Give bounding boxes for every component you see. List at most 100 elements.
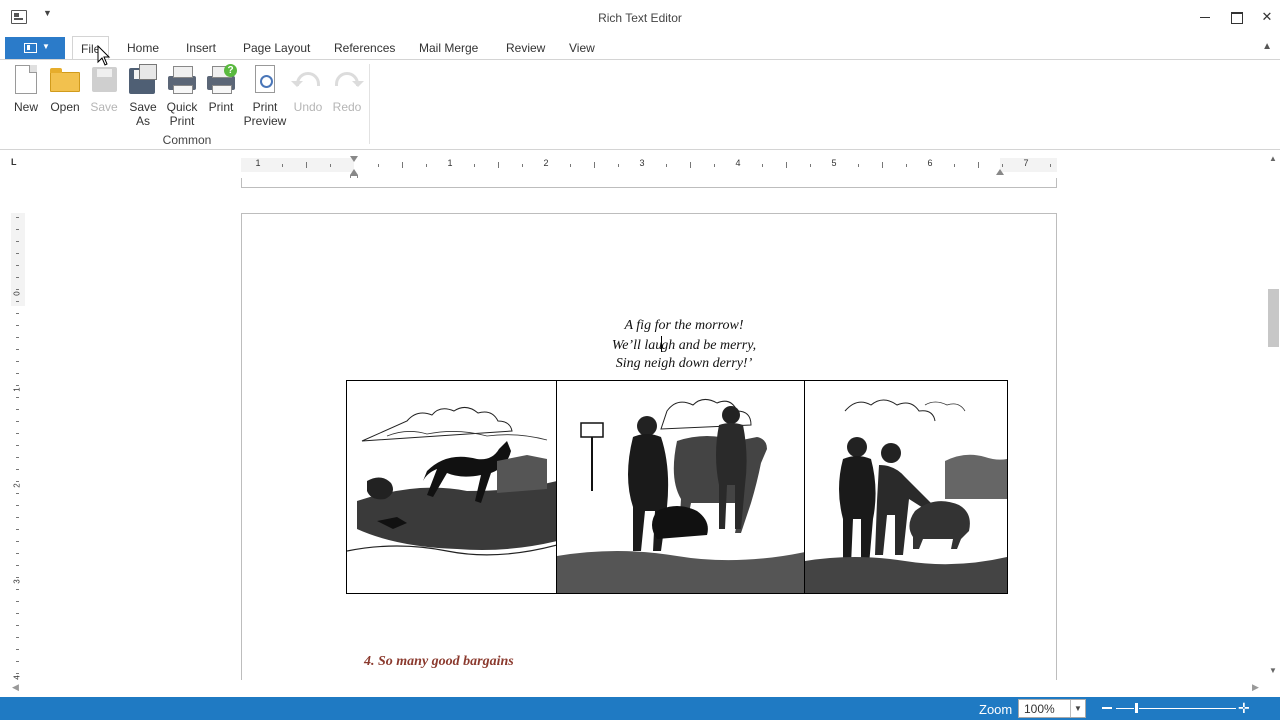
save-button[interactable]: Save [88, 64, 120, 114]
poem-text[interactable]: A fig for the morrow! We’ll laugh and be… [242, 317, 1056, 374]
save-as-icon [129, 64, 157, 94]
vertical-ruler[interactable]: 01234 [11, 213, 25, 686]
ruler-tick [954, 164, 955, 167]
poem-line: We’ll laugh and be merry, [611, 335, 757, 353]
ruler-tick [16, 361, 19, 362]
print-preview-button[interactable]: Print Preview [242, 64, 288, 128]
vertical-scrollbar[interactable]: ▲ ▼ [1267, 152, 1280, 680]
ruler-number: 3 [639, 158, 645, 168]
tab-review[interactable]: Review [498, 36, 553, 60]
print-button[interactable]: ? Print [204, 64, 238, 114]
vertical-ruler-text-area [11, 306, 25, 686]
ruler-tick [16, 493, 19, 494]
ruler-tick [16, 541, 19, 542]
vertical-scroll-thumb[interactable] [1268, 289, 1279, 347]
tab-mail-merge[interactable]: Mail Merge [411, 36, 486, 60]
scroll-left-icon[interactable]: ◀ [12, 682, 19, 693]
ruler-tick [16, 601, 19, 602]
tab-references[interactable]: References [326, 36, 403, 60]
ruler-tick [16, 457, 19, 458]
ruler-tick [306, 162, 307, 168]
application-menu-button[interactable]: ▼ [5, 37, 65, 59]
save-as-button[interactable]: Save As [126, 64, 160, 128]
maximize-button[interactable] [1221, 4, 1251, 30]
ruler-tick [810, 164, 811, 167]
undo-label: Undo [293, 100, 323, 114]
printer-icon [168, 66, 196, 94]
ribbon-panel: New Open Save Save As Quick Print ? Print … [0, 59, 1280, 150]
ruler-tick [978, 162, 979, 168]
ruler-tick [282, 164, 283, 167]
help-badge-icon: ? [224, 64, 237, 77]
woodcut-horse-rider-fall[interactable] [347, 381, 557, 593]
ruler-number: 1 [12, 387, 22, 392]
right-indent-marker[interactable] [996, 169, 1004, 175]
zoom-slider-thumb[interactable] [1134, 702, 1139, 714]
image-icon [557, 399, 804, 593]
zoom-combobox[interactable]: 100% ▼ [1018, 699, 1086, 718]
ruler-number: 5 [831, 158, 837, 168]
folder-icon [50, 68, 80, 92]
redo-button[interactable]: Redo [330, 64, 364, 114]
ruler-tick [498, 162, 499, 168]
ruler-tick [618, 164, 619, 167]
tab-stop-selector[interactable]: L [11, 157, 17, 167]
ruler-tick [16, 349, 19, 350]
collapse-ribbon-icon[interactable]: ▲ [1262, 41, 1272, 52]
ruler-tick [16, 313, 19, 314]
ruler-tick [1050, 164, 1051, 167]
tab-page-layout[interactable]: Page Layout [235, 36, 318, 60]
ruler-tick [378, 164, 379, 167]
ruler-tick [858, 164, 859, 167]
zoom-in-icon[interactable]: ✛ [1238, 701, 1250, 715]
close-button[interactable]: ✕ [1252, 4, 1280, 30]
ruler-tick [882, 162, 883, 168]
woodcut-men-with-pig[interactable] [805, 381, 1007, 593]
previous-page [241, 178, 1057, 188]
ruler-tick [16, 337, 19, 338]
document-area[interactable]: A fig for the morrow! We’ll laugh and be… [28, 178, 1267, 680]
ruler-tick [16, 433, 19, 434]
print-label: Print [208, 100, 234, 114]
tab-home[interactable]: Home [119, 36, 167, 60]
scroll-up-icon[interactable]: ▲ [1269, 154, 1277, 163]
ruler-tick [16, 589, 19, 590]
open-button[interactable]: Open [48, 64, 82, 114]
scroll-down-icon[interactable]: ▼ [1269, 666, 1277, 675]
scroll-right-icon[interactable]: ▶ [1252, 682, 1259, 693]
section-heading[interactable]: 4. So many good bargains [364, 654, 514, 670]
minimize-button[interactable] [1190, 4, 1220, 30]
window-title: Rich Text Editor [598, 11, 682, 25]
undo-button[interactable]: Undo [291, 64, 325, 114]
zoom-out-icon[interactable] [1102, 707, 1112, 709]
save-label: Save [90, 100, 118, 114]
horizontal-scrollbar[interactable]: ◀ ▶ [0, 680, 1267, 697]
document-page[interactable]: A fig for the morrow! We’ll laugh and be… [241, 213, 1057, 680]
ruler-tick [16, 529, 19, 530]
tab-view[interactable]: View [561, 36, 603, 60]
chevron-down-icon[interactable]: ▼ [1070, 700, 1085, 717]
ruler-tick [594, 162, 595, 168]
woodcut-peasants-with-cow[interactable] [557, 381, 805, 593]
ruler-tick [16, 445, 19, 446]
first-line-indent-marker[interactable] [350, 156, 358, 162]
open-label: Open [50, 100, 80, 114]
horizontal-ruler[interactable]: 1 1 2 3 4 5 6 7 [241, 155, 1057, 180]
quick-print-button[interactable]: Quick Print [164, 64, 200, 128]
ruler-number: 6 [927, 158, 933, 168]
ruler-tick [16, 409, 19, 410]
image-icon [805, 399, 1007, 593]
ruler-tick [16, 469, 19, 470]
menu-icon [24, 43, 37, 53]
poem-line: A fig for the morrow! [624, 318, 744, 333]
ruler-tick [16, 553, 19, 554]
quick-print-label: Quick Print [166, 100, 198, 128]
ruler-tick [16, 301, 19, 302]
tab-insert[interactable]: Insert [178, 36, 224, 60]
ruler-tick [690, 162, 691, 168]
ruler-tick [16, 385, 19, 386]
ruler-tick [402, 162, 403, 168]
new-button[interactable]: New [10, 64, 42, 114]
ruler-tick [16, 625, 19, 626]
image-table[interactable] [346, 380, 1008, 594]
